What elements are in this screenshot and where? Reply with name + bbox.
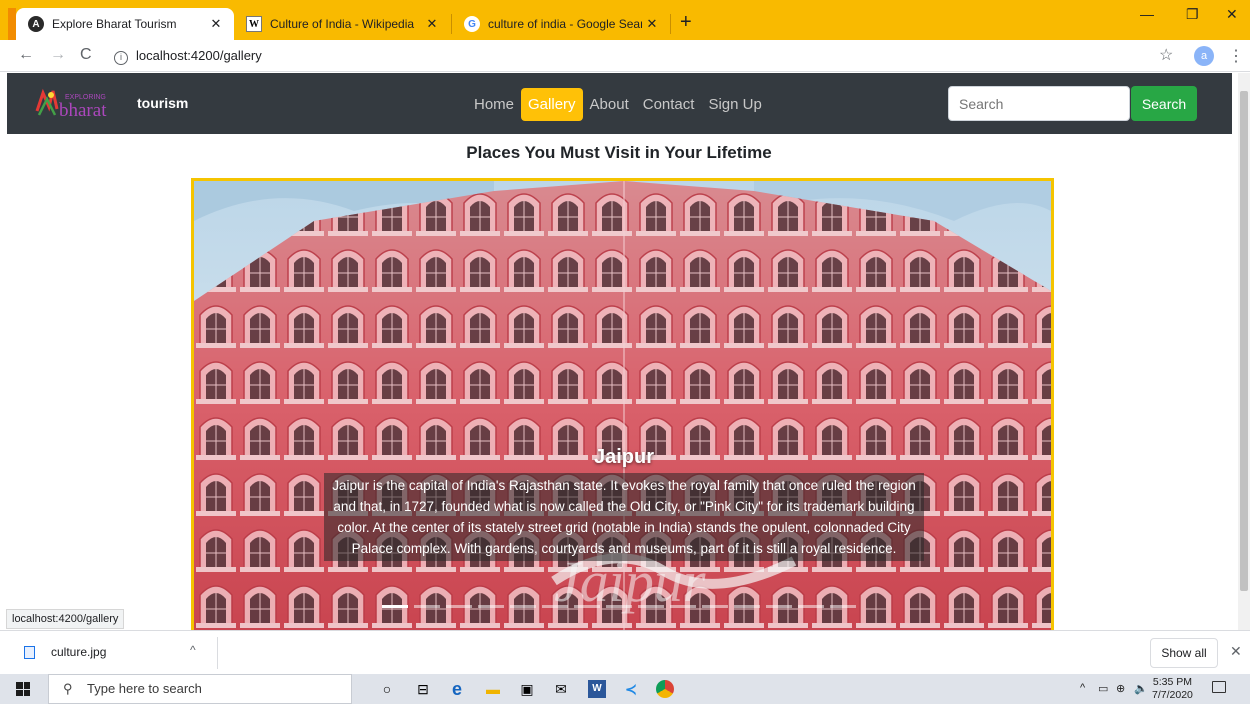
close-icon[interactable]: ✕	[1230, 643, 1242, 660]
wikipedia-icon: W	[246, 16, 262, 32]
mail-icon[interactable]: ✉	[552, 680, 570, 698]
logo-text: bharat	[59, 100, 107, 119]
windows-taskbar: ⚲ Type here to search ○ ⊟ e ▬ ▣ ✉ W ≺ ^ …	[0, 674, 1250, 704]
minimize-icon[interactable]: —	[1140, 6, 1154, 22]
info-icon[interactable]: i	[114, 51, 128, 65]
carousel-indicator[interactable]	[702, 605, 728, 608]
tab-title: Culture of India - Wikipedia	[270, 17, 415, 31]
notification-icon[interactable]	[1212, 681, 1226, 693]
image-file-icon	[24, 645, 35, 659]
file-explorer-icon[interactable]: ▬	[484, 680, 502, 698]
angular-icon: A	[28, 16, 44, 32]
clock-date: 7/7/2020	[1152, 689, 1193, 701]
carousel-indicator[interactable]	[382, 605, 408, 608]
carousel-caption: Jaipur Jaipur is the capital of India's …	[324, 446, 924, 561]
site-navbar: EXPLORING bharat tourism Home Gallery Ab…	[7, 73, 1232, 134]
page-scrollbar[interactable]	[1238, 73, 1250, 630]
search-icon: ⚲	[63, 681, 73, 696]
cortana-icon[interactable]: ○	[378, 680, 396, 698]
taskbar-search[interactable]: ⚲ Type here to search	[48, 674, 352, 704]
site-search-input[interactable]	[948, 86, 1130, 121]
show-all-button[interactable]: Show all	[1150, 638, 1218, 668]
volume-icon[interactable]: 🔈	[1134, 682, 1148, 695]
scrollbar-thumb[interactable]	[1240, 91, 1248, 591]
nav-contact[interactable]: Contact	[636, 88, 702, 121]
carousel-indicators	[379, 605, 859, 608]
slide-description: Jaipur is the capital of India's Rajasth…	[324, 473, 924, 561]
page-heading: Places You Must Visit in Your Lifetime	[466, 143, 772, 162]
nav-home[interactable]: Home	[467, 88, 521, 121]
close-icon[interactable]: ✕	[206, 16, 226, 32]
tab-title: culture of india - Google Search	[488, 17, 642, 31]
slide-title: Jaipur	[593, 446, 655, 468]
taskbar-clock[interactable]: 5:35 PM 7/7/2020	[1152, 676, 1193, 702]
task-view-icon[interactable]: ⊟	[414, 680, 432, 698]
carousel-indicator[interactable]	[414, 605, 440, 608]
carousel-indicator[interactable]	[734, 605, 760, 608]
clock-time: 5:35 PM	[1152, 676, 1192, 688]
carousel-indicator[interactable]	[478, 605, 504, 608]
carousel-indicator[interactable]	[670, 605, 696, 608]
brand-name[interactable]: tourism	[137, 95, 188, 111]
chevron-up-icon[interactable]: ^	[190, 643, 196, 657]
site-logo[interactable]: EXPLORING bharat	[35, 87, 127, 119]
tab-google-search[interactable]: G culture of india - Google Search ✕	[452, 8, 670, 40]
tab-wikipedia[interactable]: W Culture of India - Wikipedia ✕	[234, 8, 450, 40]
download-item[interactable]: culture.jpg	[24, 645, 106, 659]
tab-explore-bharat[interactable]: A Explore Bharat Tourism ✕	[16, 8, 234, 40]
carousel-indicator[interactable]	[766, 605, 792, 608]
close-icon[interactable]: ✕	[642, 16, 662, 32]
new-tab-button[interactable]: +	[680, 12, 692, 32]
reload-icon[interactable]: C	[80, 46, 92, 64]
chrome-icon[interactable]	[656, 680, 674, 698]
word-icon[interactable]: W	[588, 680, 606, 698]
back-arrow-icon[interactable]: ←	[18, 46, 34, 64]
web-page: EXPLORING bharat tourism Home Gallery Ab…	[0, 73, 1238, 630]
windows-start-icon[interactable]	[16, 682, 30, 696]
tab-accent	[8, 8, 16, 40]
browser-toolbar: ← → C i localhost:4200/gallery ☆ a ⋮	[0, 40, 1250, 72]
carousel-indicator[interactable]	[510, 605, 536, 608]
battery-icon[interactable]: ▭	[1098, 682, 1108, 695]
download-bar: culture.jpg ^ Show all ✕	[0, 630, 1250, 674]
profile-avatar[interactable]: a	[1194, 46, 1214, 66]
bookmark-star-icon[interactable]: ☆	[1159, 45, 1173, 65]
restore-icon[interactable]: ❐	[1186, 6, 1199, 23]
image-carousel[interactable]: Jaipur Jaipur Jaipur is the capital of I…	[191, 178, 1054, 630]
network-icon[interactable]: ⊕	[1116, 682, 1125, 695]
download-filename: culture.jpg	[51, 645, 107, 659]
tab-separator	[670, 14, 671, 34]
google-icon: G	[464, 16, 480, 32]
address-text: localhost:4200/gallery	[136, 48, 262, 63]
store-icon[interactable]: ▣	[518, 680, 536, 698]
download-divider	[217, 637, 218, 669]
more-menu-icon[interactable]: ⋮	[1228, 46, 1244, 66]
taskbar-search-placeholder: Type here to search	[87, 681, 202, 696]
carousel-indicator[interactable]	[606, 605, 632, 608]
site-nav-links: Home Gallery About Contact Sign Up	[467, 88, 769, 121]
address-bar[interactable]: i localhost:4200/gallery	[114, 48, 262, 65]
carousel-indicator[interactable]	[446, 605, 472, 608]
carousel-indicator[interactable]	[542, 605, 568, 608]
edge-icon[interactable]: e	[448, 680, 466, 698]
tab-title: Explore Bharat Tourism	[52, 17, 177, 31]
nav-about[interactable]: About	[583, 88, 636, 121]
site-search-button[interactable]: Search	[1131, 86, 1197, 121]
link-status-bubble: localhost:4200/gallery	[6, 609, 125, 629]
nav-gallery[interactable]: Gallery	[521, 88, 583, 121]
window-close-icon[interactable]: ✕	[1226, 6, 1238, 23]
carousel-indicator[interactable]	[798, 605, 824, 608]
tray-chevron-icon[interactable]: ^	[1080, 682, 1085, 694]
carousel-indicator[interactable]	[574, 605, 600, 608]
close-icon[interactable]: ✕	[422, 16, 442, 32]
carousel-indicator[interactable]	[830, 605, 856, 608]
jaipur-palace-image: Jaipur	[194, 181, 1051, 630]
browser-tab-strip: A Explore Bharat Tourism ✕ W Culture of …	[0, 0, 1250, 40]
carousel-indicator[interactable]	[638, 605, 664, 608]
vscode-icon[interactable]: ≺	[622, 680, 640, 698]
forward-arrow-icon[interactable]: →	[50, 46, 66, 64]
nav-sign-up[interactable]: Sign Up	[701, 88, 768, 121]
